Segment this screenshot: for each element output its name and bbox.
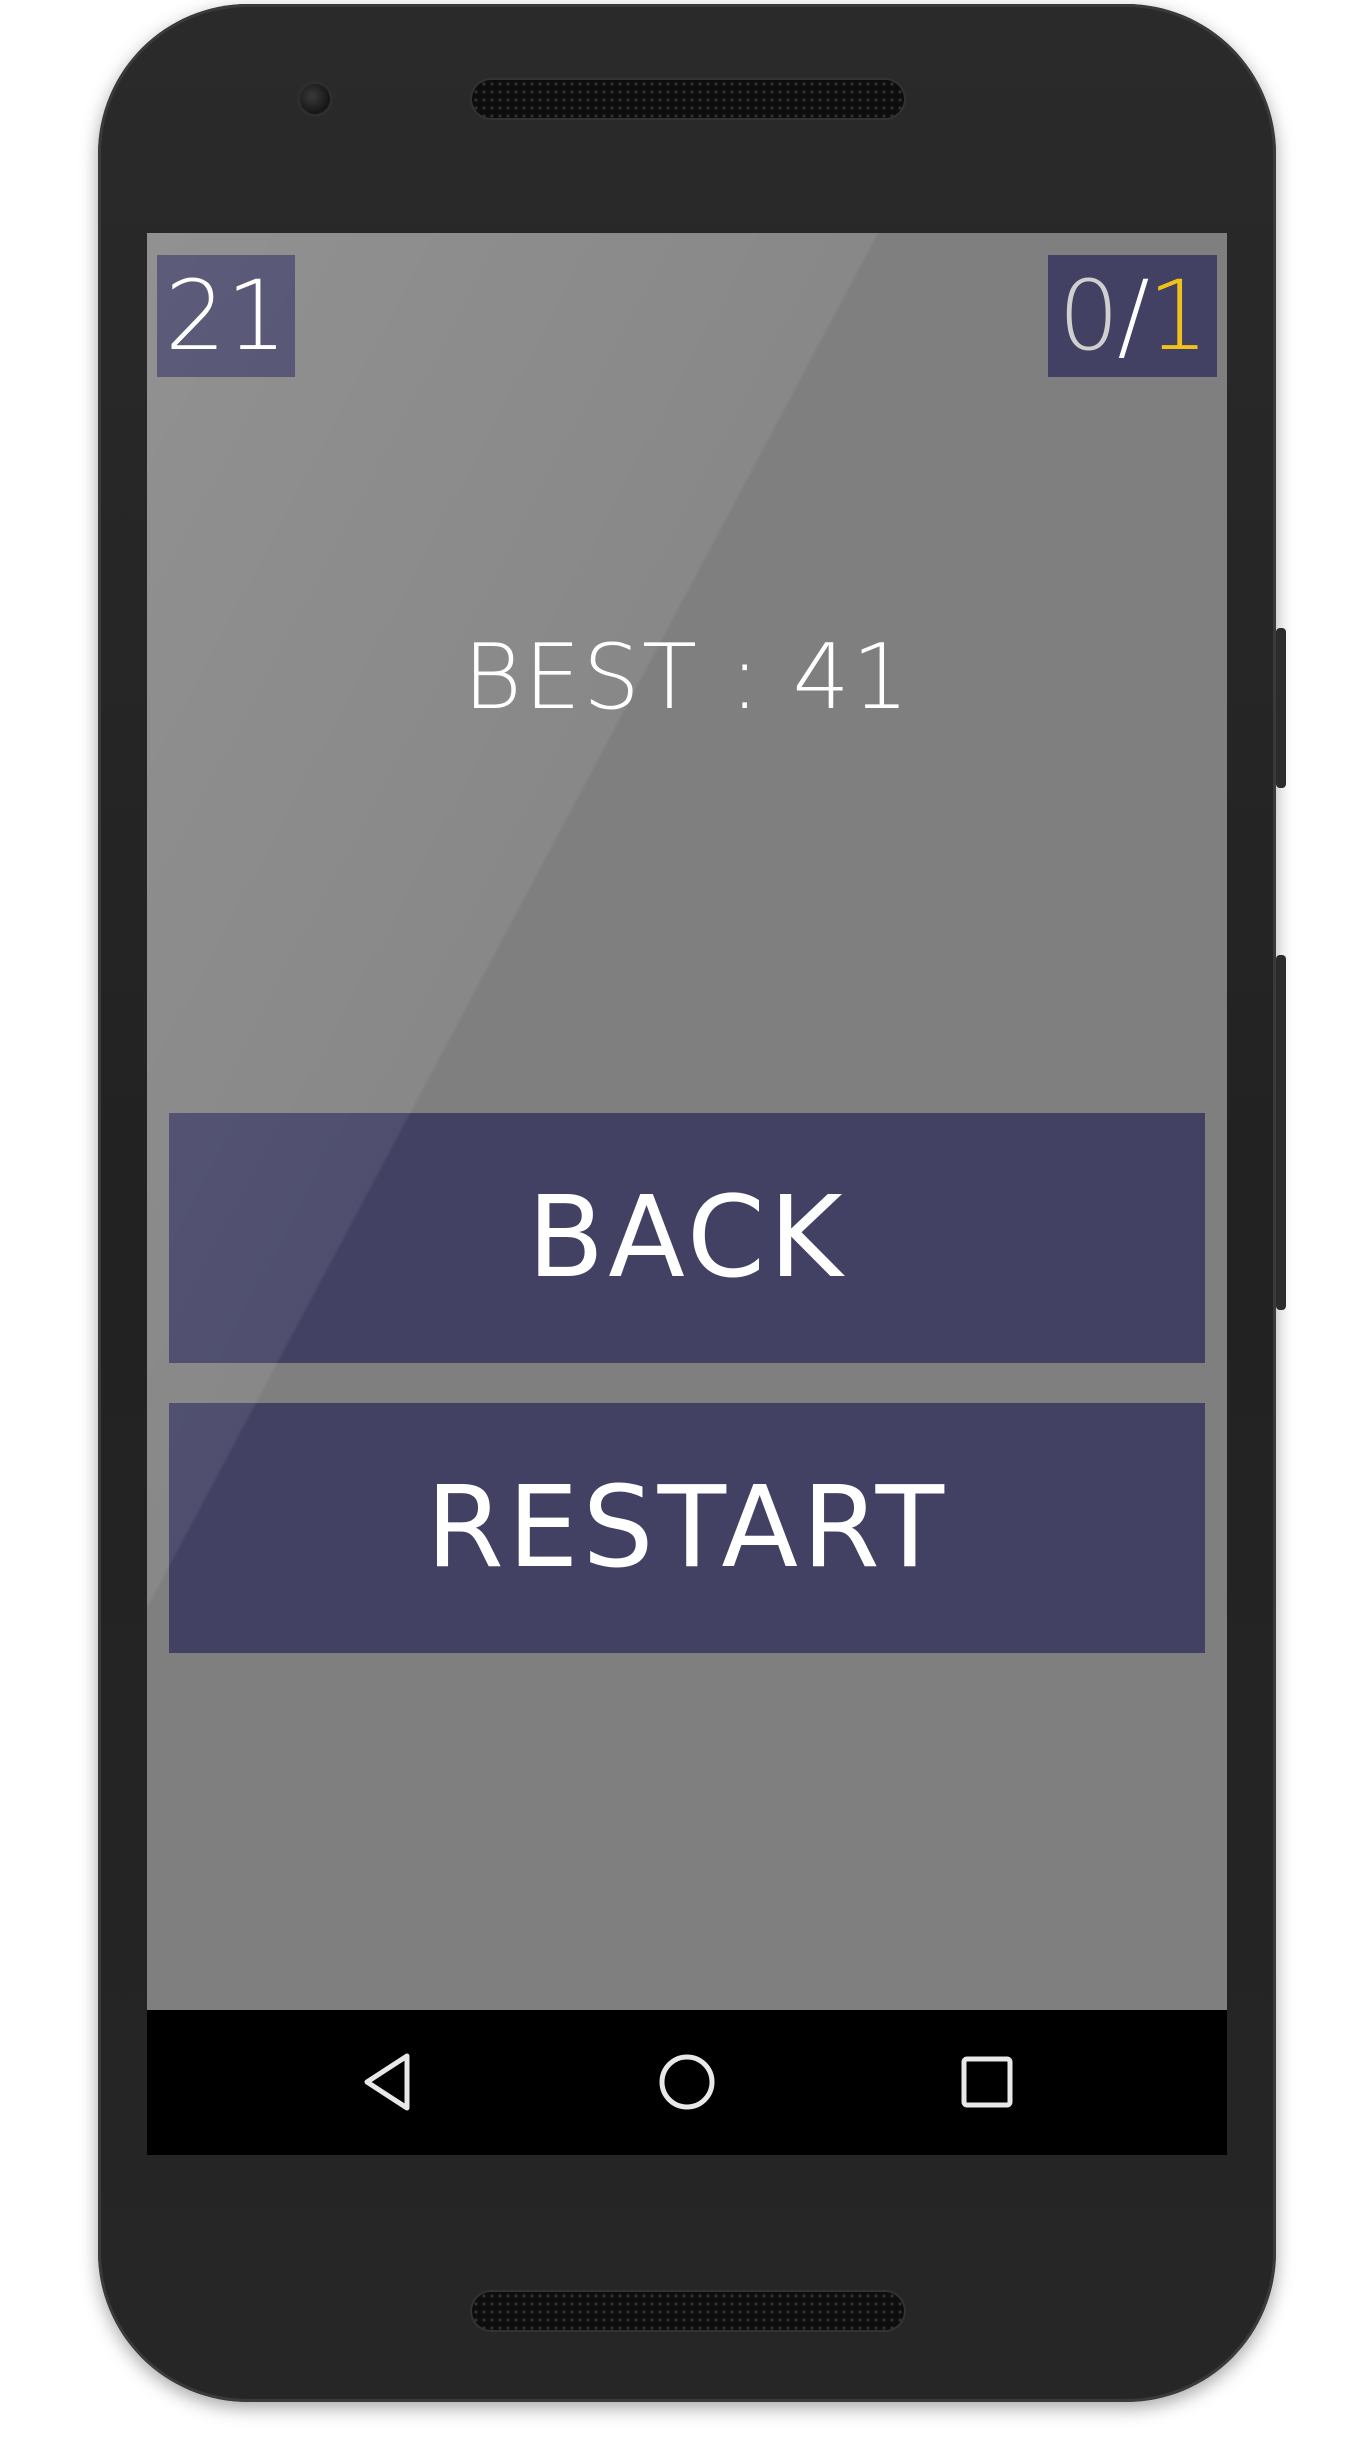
progress-separator: / — [1117, 260, 1149, 372]
bottom-speaker — [472, 2292, 904, 2330]
back-icon[interactable] — [349, 2042, 429, 2122]
front-camera — [300, 84, 330, 114]
progress-total: 1 — [1147, 260, 1209, 372]
best-score: BEST : 41 — [463, 625, 911, 730]
recents-icon[interactable] — [947, 2042, 1027, 2122]
volume-rocker[interactable] — [1276, 955, 1286, 1310]
progress-counter: 0/1 — [1048, 255, 1217, 377]
back-button[interactable]: BACK — [169, 1113, 1205, 1363]
progress-current: 0 — [1058, 260, 1119, 372]
restart-button[interactable]: RESTART — [169, 1403, 1205, 1653]
navigation-bar — [147, 2010, 1227, 2155]
power-button[interactable] — [1276, 628, 1286, 788]
game-over-screen: 21 0/1 BEST : 41 BACK RESTART — [147, 233, 1227, 2010]
home-icon[interactable] — [647, 2042, 727, 2122]
earpiece-speaker — [472, 80, 904, 118]
current-score: 21 — [157, 255, 295, 377]
